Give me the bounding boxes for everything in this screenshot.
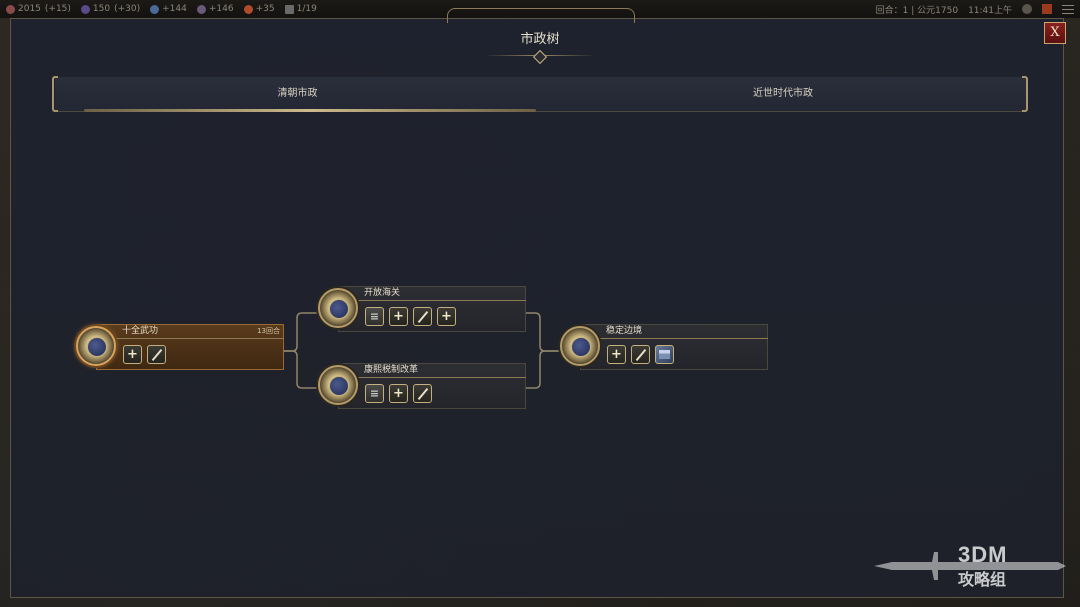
civic-medal-icon [76, 326, 116, 366]
turns-label: 13回合 [257, 327, 280, 335]
unlock-icon-plus[interactable]: + [389, 307, 408, 326]
node-header: 开放海关 [338, 286, 526, 301]
unlock-icon-plus[interactable]: + [389, 384, 408, 403]
unlock-icon-plus[interactable]: + [607, 345, 626, 364]
unlock-icon-gray[interactable]: ≡ [365, 384, 384, 403]
unlock-icon-policy[interactable] [413, 307, 432, 326]
civic-name: 开放海关 [364, 288, 401, 298]
tree-connectors [283, 312, 560, 389]
connector-n2-n4 [526, 312, 560, 352]
civic-name: 康熙税制改革 [364, 365, 419, 375]
node-header: 十全武功 13回合 [96, 324, 284, 339]
civic-medal-icon [318, 288, 358, 328]
unlock-icon-building[interactable] [655, 345, 674, 364]
watermark-brand: 3DM [958, 542, 1008, 567]
unlock-icon-policy[interactable] [413, 384, 432, 403]
unlock-icon-gray[interactable]: ≡ [365, 307, 384, 326]
watermark-sub: 攻略组 [958, 570, 1007, 589]
unlock-icon-plus[interactable]: + [123, 345, 142, 364]
unlock-icon-policy[interactable] [631, 345, 650, 364]
node-header: 稳定边境 [580, 324, 768, 339]
node-header: 康熙税制改革 [338, 363, 526, 378]
unlock-icon-policy[interactable] [147, 345, 166, 364]
connector-n1-n3 [283, 350, 318, 389]
civic-name: 十全武功 [122, 326, 159, 336]
connector-n3-n4 [526, 350, 560, 389]
civic-name: 稳定边境 [606, 326, 643, 336]
unlock-icon-plus[interactable]: + [437, 307, 456, 326]
civic-medal-icon [318, 365, 358, 405]
connector-n1-n2 [283, 312, 318, 352]
civic-medal-icon [560, 326, 600, 366]
watermark-logo: 3DM 攻略组 [872, 538, 1067, 594]
